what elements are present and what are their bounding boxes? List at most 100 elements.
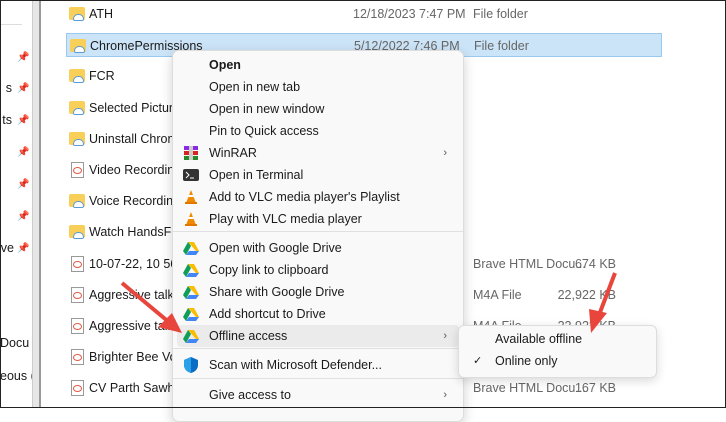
file-name: Voice Recording xyxy=(89,194,181,209)
pane-splitter[interactable] xyxy=(32,0,41,408)
vlc-icon xyxy=(183,189,199,205)
file-size: 22,922 KB xyxy=(557,287,616,302)
file-type: File folder xyxy=(474,39,529,54)
pin-icon: 📌 xyxy=(17,243,30,254)
menu-item-label: Copy link to clipboard xyxy=(209,263,329,277)
menu-item-label: WinRAR xyxy=(209,146,257,160)
file-icon xyxy=(71,318,84,334)
menu-item-give-access-to[interactable]: Give access to › xyxy=(177,384,459,406)
file-type: File folder xyxy=(473,7,528,21)
menu-item-open-in-terminal[interactable]: Open in Terminal xyxy=(177,164,459,186)
file-date: 12/18/2023 7:47 PM xyxy=(353,7,466,21)
google-drive-icon xyxy=(183,306,199,322)
menu-item-add-to-vlc-media-player-s-playlist[interactable]: Add to VLC media player's Playlist xyxy=(177,186,459,208)
menu-item-winrar[interactable]: WinRAR › xyxy=(177,142,459,164)
defender-icon xyxy=(183,357,199,373)
menu-item-pin-to-quick-access[interactable]: Pin to Quick access xyxy=(177,120,459,142)
file-name: Brighter Bee Vo xyxy=(89,350,177,365)
file-name: Aggressive talk xyxy=(89,287,174,302)
menu-item-online-only[interactable]: ✓ Online only xyxy=(463,350,652,372)
menu-item-label: Play with VLC media player xyxy=(209,212,362,226)
file-name: Selected Picture xyxy=(89,100,181,115)
menu-item-add-shortcut-to-drive[interactable]: Add shortcut to Drive xyxy=(177,303,459,325)
file-name: CV Parth Sawhr xyxy=(89,381,179,396)
menu-item-label: Add shortcut to Drive xyxy=(209,307,326,321)
nav-item-label[interactable]: s xyxy=(6,81,12,95)
file-row[interactable]: ATH 12/18/2023 7:47 PM File folder xyxy=(66,2,662,26)
file-icon xyxy=(71,255,84,272)
google-drive-icon xyxy=(183,328,199,344)
divider xyxy=(0,24,22,25)
file-name: Aggressive talk xyxy=(89,319,174,333)
menu-item-label: Share with Google Drive xyxy=(209,285,345,299)
menu-item-offline-access[interactable]: Offline access › xyxy=(177,325,459,347)
menu-item-label: Offline access xyxy=(209,329,288,343)
file-name: 10-07-22, 10 56 xyxy=(89,256,178,271)
menu-item-label: Pin to Quick access xyxy=(209,124,319,138)
file-size: 674 KB xyxy=(574,256,616,271)
folder-icon xyxy=(69,225,85,240)
menu-item-available-offline[interactable]: Available offline xyxy=(463,328,652,350)
context-menu: Open Open in new tab Open in new window Pin… xyxy=(172,50,464,422)
file-type: Brave HTML Docu... xyxy=(473,381,586,396)
file-icon xyxy=(71,349,84,366)
pin-icon: 📌 xyxy=(17,52,30,63)
chevron-right-icon: › xyxy=(443,389,447,401)
menu-item-label: Open in new window xyxy=(209,102,325,116)
file-icon xyxy=(71,286,84,303)
folder-icon xyxy=(69,194,85,209)
menu-item-label: Open with Google Drive xyxy=(209,241,342,255)
folder-icon xyxy=(69,69,85,84)
folder-icon xyxy=(69,7,85,21)
navigation-pane: 📌 s 📌 ts 📌 📌 📌 📌 ive 📌 Docu eous ( xyxy=(0,0,32,408)
winrar-icon xyxy=(183,145,199,161)
file-name: Uninstall Chrom xyxy=(89,131,178,146)
file-name: Video Recording xyxy=(89,163,182,177)
google-drive-icon xyxy=(183,240,199,256)
pin-icon: 📌 xyxy=(17,147,30,158)
menu-item-label: Open xyxy=(209,58,241,72)
menu-item-open-with-google-drive[interactable]: Open with Google Drive xyxy=(177,237,459,259)
google-drive-icon xyxy=(183,284,199,300)
vlc-icon xyxy=(183,211,199,227)
menu-item-label: Online only xyxy=(495,354,558,368)
nav-item-label[interactable]: Docu xyxy=(0,336,29,350)
menu-separator xyxy=(173,231,463,232)
menu-item-open[interactable]: Open xyxy=(177,54,459,76)
offline-access-submenu: Available offline ✓ Online only xyxy=(458,325,657,378)
nav-item-label[interactable]: ive xyxy=(0,241,14,255)
folder-icon xyxy=(70,39,86,54)
menu-item-label: Scan with Microsoft Defender... xyxy=(209,358,382,372)
menu-separator xyxy=(173,348,463,349)
file-size: 167 KB xyxy=(574,381,616,396)
menu-item-share-with-google-drive[interactable]: Share with Google Drive xyxy=(177,281,459,303)
menu-item-label: Open in Terminal xyxy=(209,168,304,182)
menu-item-copy-link-to-clipboard[interactable]: Copy link to clipboard xyxy=(177,259,459,281)
menu-item-play-with-vlc-media-player[interactable]: Play with VLC media player xyxy=(177,208,459,230)
pin-icon: 📌 xyxy=(17,179,30,190)
google-drive-icon xyxy=(183,262,199,278)
file-name: Watch HandsFr xyxy=(89,225,176,240)
folder-icon xyxy=(69,100,85,115)
file-type: Brave HTML Docu... xyxy=(473,256,586,271)
menu-item-label: Give access to xyxy=(209,388,291,402)
menu-item-open-in-new-window[interactable]: Open in new window xyxy=(177,98,459,120)
file-type: M4A File xyxy=(473,287,522,302)
file-name: ATH xyxy=(89,7,114,21)
pin-icon: 📌 xyxy=(17,83,30,94)
file-name: FCR xyxy=(89,69,115,84)
terminal-icon xyxy=(183,167,199,183)
menu-separator xyxy=(173,378,463,379)
menu-item-open-in-new-tab[interactable]: Open in new tab xyxy=(177,76,459,98)
pin-icon: 📌 xyxy=(17,211,30,222)
nav-item-label[interactable]: ts xyxy=(2,113,12,127)
menu-item-label: Add to VLC media player's Playlist xyxy=(209,190,400,204)
pin-icon: 📌 xyxy=(17,115,30,126)
nav-item-label[interactable]: eous ( xyxy=(0,369,32,383)
menu-item-label: Available offline xyxy=(495,332,583,346)
folder-icon xyxy=(69,131,85,146)
menu-item-scan-with-microsoft-defender[interactable]: Scan with Microsoft Defender... xyxy=(177,354,459,376)
chevron-right-icon: › xyxy=(443,330,447,342)
menu-item-label: Open in new tab xyxy=(209,80,301,94)
file-icon xyxy=(71,380,84,397)
